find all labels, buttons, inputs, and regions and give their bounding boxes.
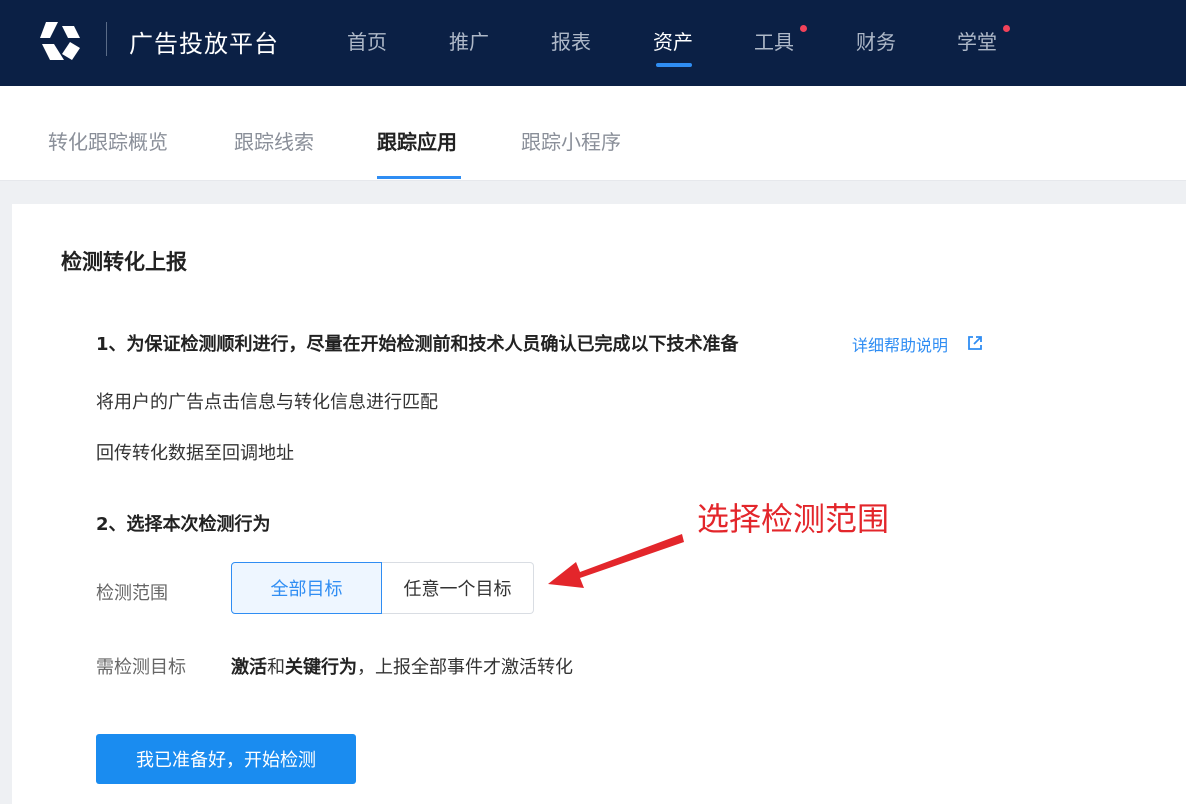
- target-description: ，上报全部事件才激活转化: [357, 657, 573, 678]
- step1-heading: 1、为保证检测顺利进行，尽量在开始检测前和技术人员确认已完成以下技术准备: [96, 334, 739, 355]
- platform-title: 广告投放平台: [129, 30, 279, 58]
- sub-tab-bar: 转化跟踪概览 跟踪线索 跟踪应用 跟踪小程序: [0, 86, 1186, 181]
- step2-heading: 2、选择本次检测行为: [96, 514, 271, 535]
- nav-item-finance[interactable]: 财务: [856, 26, 896, 55]
- tab-track-leads[interactable]: 跟踪线索: [234, 126, 314, 155]
- subtab-active-indicator: [377, 176, 461, 179]
- range-label: 检测范围: [96, 583, 168, 604]
- range-option-all-targets[interactable]: 全部目标: [231, 562, 382, 614]
- detection-card: 检测转化上报 1、为保证检测顺利进行，尽量在开始检测前和技术人员确认已完成以下技…: [12, 204, 1186, 804]
- tab-conversion-overview[interactable]: 转化跟踪概览: [48, 126, 168, 155]
- target-label: 需检测目标: [96, 657, 186, 678]
- platform-logo-icon[interactable]: [36, 16, 84, 64]
- tab-track-apps[interactable]: 跟踪应用: [377, 126, 457, 155]
- nav-item-promotion[interactable]: 推广: [449, 26, 489, 55]
- annotation-arrow-icon: [548, 534, 684, 588]
- range-option-any-target[interactable]: 任意一个目标: [382, 562, 534, 614]
- target-key-action: 关键行为: [285, 657, 357, 678]
- help-link[interactable]: 详细帮助说明: [852, 332, 948, 356]
- academy-notification-dot: [1003, 25, 1010, 32]
- nav-item-assets[interactable]: 资产: [653, 26, 693, 55]
- tab-track-mini-programs[interactable]: 跟踪小程序: [521, 126, 621, 155]
- target-value: 激活和关键行为，上报全部事件才激活转化: [231, 653, 573, 679]
- prep-item-match: 将用户的广告点击信息与转化信息进行匹配: [96, 392, 438, 413]
- prep-item-callback: 回传转化数据至回调地址: [96, 443, 294, 464]
- nav-item-reports[interactable]: 报表: [551, 26, 591, 55]
- nav-item-academy[interactable]: 学堂: [957, 26, 997, 55]
- target-connector: 和: [267, 657, 285, 678]
- card-title: 检测转化上报: [61, 250, 187, 274]
- logo-divider: [106, 22, 107, 56]
- annotation-label: 选择检测范围: [697, 500, 890, 538]
- tools-notification-dot: [800, 25, 807, 32]
- target-activation: 激活: [231, 657, 267, 678]
- external-link-icon[interactable]: [966, 334, 984, 352]
- nav-item-home[interactable]: 首页: [347, 26, 387, 55]
- nav-active-indicator: [656, 63, 692, 67]
- nav-item-tools[interactable]: 工具: [754, 26, 794, 55]
- start-detection-button[interactable]: 我已准备好，开始检测: [96, 734, 356, 784]
- top-navigation-bar: 广告投放平台 首页 推广 报表 资产 工具 财务 学堂: [0, 0, 1186, 86]
